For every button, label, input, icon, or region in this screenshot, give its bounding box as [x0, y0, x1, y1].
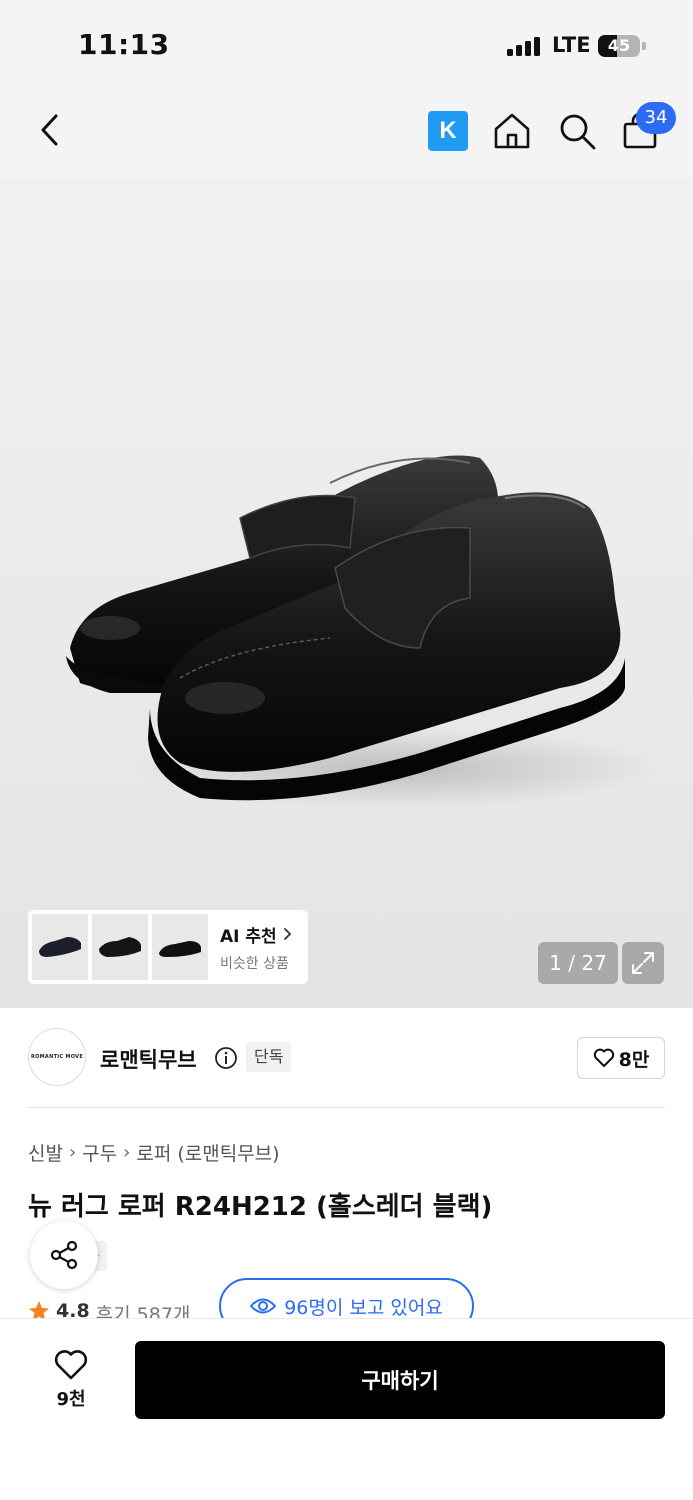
ai-thumbnail[interactable] [92, 914, 148, 980]
ai-thumbnail[interactable] [32, 914, 88, 980]
brand-name[interactable]: 로맨틱무브 [100, 1044, 197, 1074]
rating-row[interactable]: 4.8 후기 587개 [28, 1300, 190, 1320]
cart-count-badge: 34 [636, 102, 676, 134]
breadcrumb-item[interactable]: 구두 [82, 1139, 117, 1166]
k-button[interactable]: K [428, 111, 468, 151]
expand-icon [632, 952, 654, 974]
breadcrumb-item[interactable]: 신발 [28, 1139, 63, 1166]
brand-row: ROMANTIC MOVE 로맨틱무브 단독 8만 [0, 1008, 693, 1108]
ai-recommendation-card[interactable]: AI 추천 비슷한 상품 [28, 910, 308, 984]
share-button[interactable] [30, 1221, 98, 1289]
ai-recommendation-title: AI 추천 [220, 922, 292, 947]
ai-recommendation-subtitle: 비슷한 상품 [220, 955, 289, 972]
shoe-thumbnail-icon [99, 937, 141, 957]
ai-title-label: AI 추천 [220, 926, 277, 947]
battery-icon: 45 [598, 35, 640, 57]
product-image-gallery[interactable]: AI 추천 비슷한 상품 1 / 27 [0, 178, 693, 1008]
nav-bar: K [0, 90, 693, 178]
ai-recommendation-text: AI 추천 비슷한 상품 [220, 922, 292, 973]
product-photo-loafers [66, 455, 655, 808]
bottom-action-bar: 9천 구매하기 [0, 1318, 693, 1500]
breadcrumb-item[interactable]: 로퍼 (로맨틱무브) [136, 1139, 279, 1166]
battery-tip [642, 42, 646, 50]
breadcrumb: 신발 › 구두 › 로퍼 (로맨틱무브) [28, 1139, 280, 1166]
status-bar: 11:13 LTE 45 [0, 0, 693, 90]
chevron-left-icon [41, 114, 58, 146]
info-icon[interactable] [214, 1046, 238, 1070]
star-icon [29, 1301, 49, 1320]
shoe-thumbnail-icon [39, 937, 81, 957]
expand-button[interactable] [622, 942, 664, 984]
heart-icon [54, 1350, 88, 1380]
brand-logo[interactable]: ROMANTIC MOVE [28, 1028, 86, 1086]
shoe-thumbnail-icon [159, 941, 201, 957]
search-button[interactable] [555, 109, 599, 153]
viewers-text: 96명이 보고 있어요 [284, 1296, 443, 1319]
wishlist-count: 9천 [56, 1389, 86, 1410]
network-label: LTE [552, 33, 591, 57]
share-icon [50, 1240, 78, 1270]
rating-score: 4.8 [56, 1300, 90, 1320]
exclusive-badge: 단독 [246, 1042, 292, 1072]
wishlist-button[interactable]: 9천 [36, 1345, 106, 1415]
brand-logo-text: ROMANTIC MOVE [30, 1054, 84, 1060]
chevron-right-icon: › [68, 1142, 77, 1163]
ai-thumbnail[interactable] [152, 914, 208, 980]
heart-icon [593, 1048, 614, 1067]
chevron-right-icon [283, 928, 291, 940]
signal-icon [507, 36, 540, 56]
battery-level: 45 [607, 36, 631, 55]
divider [28, 1107, 665, 1108]
brand-like-count: 8만 [618, 1048, 650, 1071]
back-button[interactable] [30, 110, 70, 150]
eye-icon [250, 1298, 277, 1314]
home-button[interactable] [490, 109, 534, 153]
product-title: 뉴 러그 로퍼 R24H212 (홀스레더 블랙) [28, 1192, 493, 1222]
brand-like-button[interactable]: 8만 [577, 1037, 665, 1079]
image-pager: 1 / 27 [538, 942, 618, 984]
status-time: 11:13 [78, 28, 170, 61]
search-icon [560, 114, 596, 150]
review-count[interactable]: 후기 587개 [96, 1300, 191, 1320]
chevron-right-icon: › [123, 1142, 131, 1163]
home-icon [494, 113, 530, 149]
buy-button[interactable]: 구매하기 [135, 1341, 665, 1419]
